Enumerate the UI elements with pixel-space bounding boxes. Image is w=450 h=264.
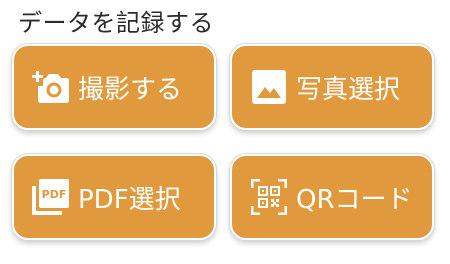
add-camera-icon [32, 68, 70, 106]
page-title: データを記録する [18, 9, 214, 37]
take-photo-button[interactable]: 撮影する [12, 44, 216, 130]
qr-code-label: QRコード [296, 184, 413, 215]
select-pdf-label: PDF選択 [78, 184, 181, 215]
select-photo-label: 写真選択 [296, 74, 401, 105]
image-icon [250, 68, 288, 106]
qr-code-button[interactable]: QRコード [230, 154, 434, 240]
pdf-icon-text: PDF [42, 188, 67, 201]
take-photo-label: 撮影する [78, 74, 183, 105]
select-pdf-button[interactable]: PDF PDF選択 [12, 154, 216, 240]
qr-scan-icon [250, 178, 288, 216]
select-photo-button[interactable]: 写真選択 [230, 44, 434, 130]
pdf-icon: PDF [32, 178, 70, 216]
